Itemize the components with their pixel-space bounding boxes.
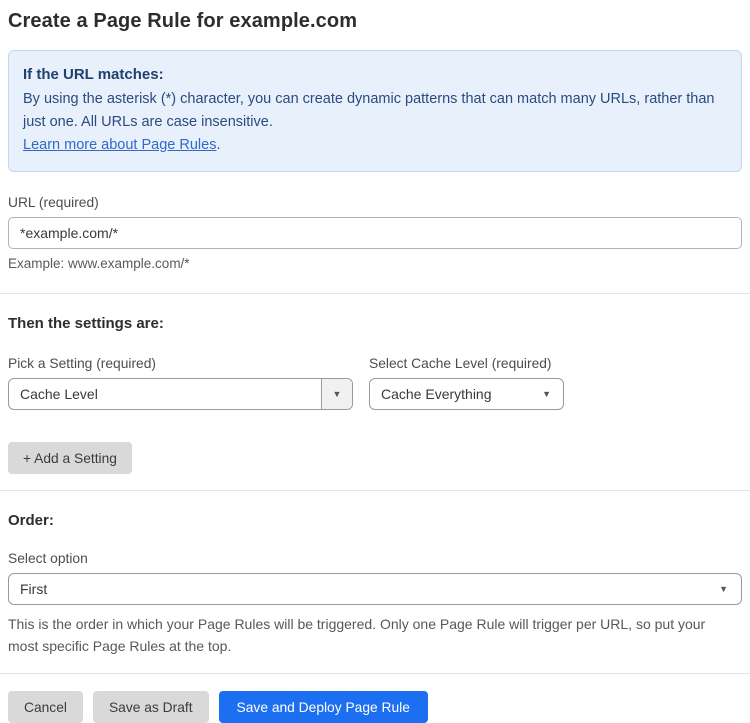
add-setting-button[interactable]: + Add a Setting: [8, 442, 132, 474]
setting-picker-label: Pick a Setting (required): [8, 356, 156, 371]
page-rule-form: Create a Page Rule for example.com If th…: [0, 0, 750, 723]
cache-level-picker-label: Select Cache Level (required): [369, 356, 552, 371]
order-field-group: Select option First ▼ This is the order …: [8, 551, 742, 657]
cache-level-caret-wrap: ▼: [542, 388, 563, 399]
info-box-body-text: By using the asterisk (*) character, you…: [23, 91, 715, 130]
url-field-group: URL (required) Example: www.example.com/…: [8, 195, 742, 271]
settings-row: Pick a Setting (required) Cache Level ▼ …: [8, 356, 742, 410]
link-suffix: .: [216, 137, 221, 153]
save-and-deploy-button[interactable]: Save and Deploy Page Rule: [218, 691, 428, 723]
learn-more-link[interactable]: Learn more about Page Rules: [23, 137, 216, 153]
chevron-down-icon: ▼: [332, 388, 342, 399]
order-section-heading: Order:: [8, 512, 54, 529]
cache-level-select[interactable]: Cache Everything ▼: [369, 378, 564, 410]
order-select-label: Select option: [8, 551, 88, 566]
url-match-info-box: If the URL matches: By using the asteris…: [8, 50, 742, 172]
order-helper-text: This is the order in which your Page Rul…: [8, 616, 706, 654]
chevron-down-icon: ▼: [542, 388, 551, 399]
cancel-button[interactable]: Cancel: [8, 691, 83, 723]
footer-buttons: Cancel Save as Draft Save and Deploy Pag…: [8, 691, 742, 723]
order-caret-wrap: ▼: [719, 583, 741, 594]
cache-level-picker-group: Select Cache Level (required) Cache Ever…: [369, 356, 564, 410]
setting-picker-value: Cache Level: [20, 386, 98, 402]
order-select-value: First: [20, 581, 48, 597]
order-select[interactable]: First ▼: [8, 573, 742, 605]
info-box-heading: If the URL matches:: [23, 66, 164, 83]
divider: [0, 490, 750, 491]
cache-level-value: Cache Everything: [381, 386, 492, 402]
save-as-draft-button[interactable]: Save as Draft: [92, 691, 209, 723]
divider: [0, 673, 750, 674]
setting-picker-group: Pick a Setting (required) Cache Level ▼: [8, 356, 353, 410]
setting-picker-arrow-button[interactable]: ▼: [321, 379, 352, 409]
url-input[interactable]: [8, 217, 742, 249]
info-box-body: By using the asterisk (*) character, you…: [23, 88, 725, 157]
url-field-label: URL (required): [8, 195, 99, 210]
settings-section-heading: Then the settings are:: [8, 315, 164, 332]
url-example-helper: Example: www.example.com/*: [8, 256, 190, 271]
setting-picker-select[interactable]: Cache Level ▼: [8, 378, 353, 410]
chevron-down-icon: ▼: [719, 583, 728, 594]
page-title: Create a Page Rule for example.com: [8, 10, 358, 32]
divider: [0, 293, 750, 294]
